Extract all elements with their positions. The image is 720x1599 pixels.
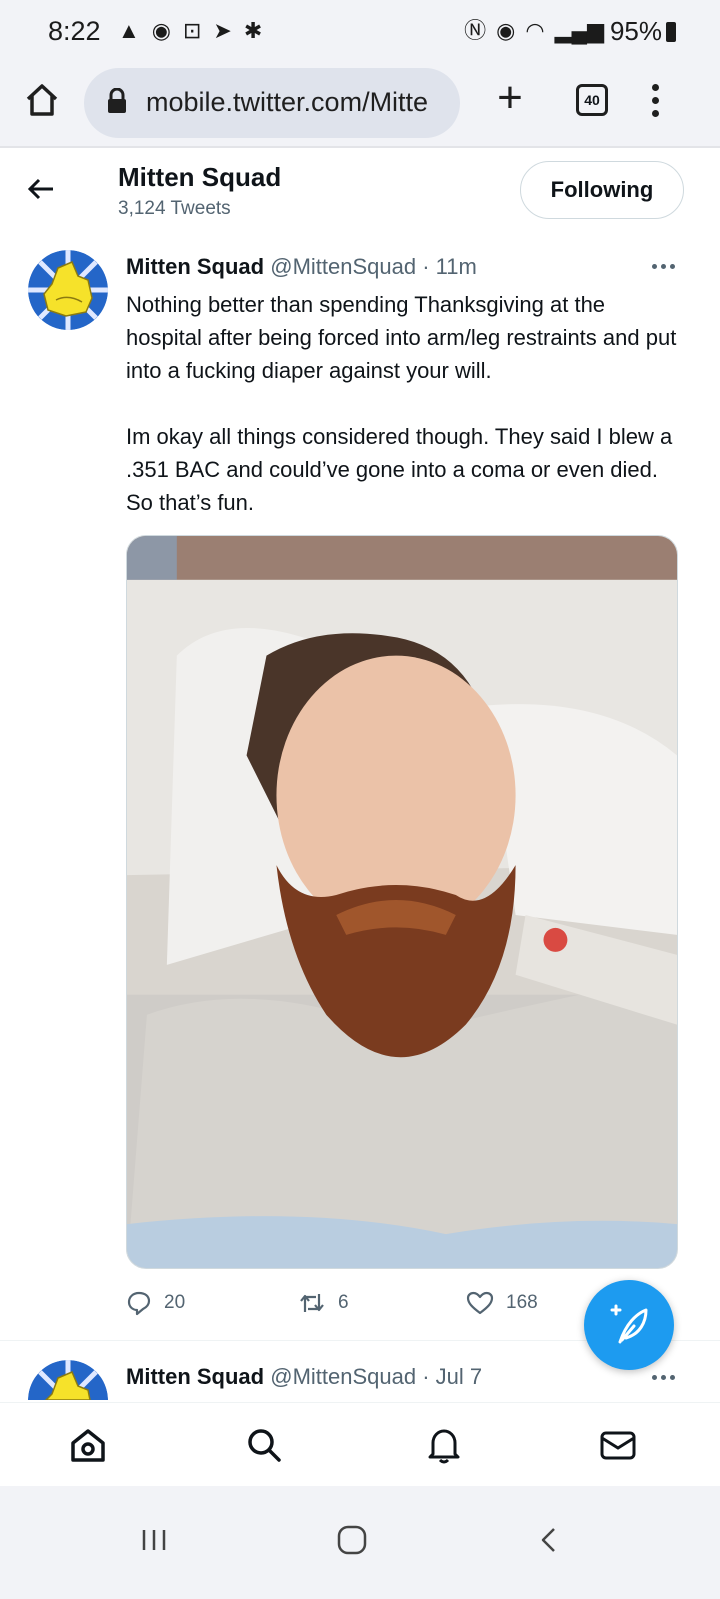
alarm-status-icon: ◉ — [496, 18, 516, 43]
wifi-icon: ◠ — [525, 18, 545, 43]
avatar[interactable] — [28, 1360, 108, 1400]
app-notification-icon: ✱ — [243, 18, 263, 43]
reply-button[interactable]: 20 — [126, 1290, 185, 1316]
system-nav-bar — [0, 1486, 720, 1599]
browser-toolbar: mobile.twitter.com/Mitte + 40 — [0, 62, 720, 148]
tweet-author-name[interactable]: Mitten Squad — [126, 1364, 264, 1389]
profile-header: Mitten Squad 3,124 Tweets Following — [0, 150, 720, 230]
system-home-icon[interactable] — [332, 1520, 372, 1560]
send-icon: ➤ — [213, 18, 232, 43]
alarm-icon: ◉ — [151, 18, 171, 43]
tweet-paragraph: Im okay all things considered though. Th… — [126, 424, 673, 515]
signal-icon: ▂▄▆ — [554, 18, 604, 43]
tweet-more-icon[interactable] — [652, 1375, 678, 1383]
heart-icon — [466, 1291, 494, 1315]
tweet-header: Mitten Squad @MittenSquad · 11m — [126, 254, 477, 280]
system-back-icon[interactable] — [530, 1520, 570, 1560]
reply-icon — [127, 1291, 151, 1316]
recents-icon[interactable] — [134, 1520, 174, 1560]
bottom-nav — [0, 1402, 720, 1486]
battery-icon — [666, 22, 676, 42]
reply-count: 20 — [164, 1292, 186, 1313]
profile-name: Mitten Squad — [118, 162, 282, 192]
notification-app-icon: ▲ — [118, 18, 140, 43]
tweet-author-handle[interactable]: @MittenSquad — [270, 254, 416, 279]
browser-menu-icon[interactable] — [652, 84, 660, 118]
compose-tweet-button[interactable] — [584, 1280, 674, 1370]
following-button[interactable]: Following — [520, 161, 684, 219]
lock-notification-icon: ⊡ — [182, 18, 202, 43]
url-text: mobile.twitter.com/Mitte — [146, 87, 429, 117]
envelope-icon[interactable] — [598, 1425, 638, 1465]
retweet-icon — [300, 1294, 324, 1312]
battery-percent: 95% — [609, 16, 662, 46]
status-time: 8:22 — [48, 16, 101, 46]
tweet-time[interactable]: · 11m — [422, 254, 477, 279]
tweet-photo[interactable] — [126, 535, 678, 1269]
tweet-count: 3,124 Tweets — [118, 198, 231, 219]
tweet-author-handle[interactable]: @MittenSquad — [270, 1364, 416, 1389]
avatar[interactable] — [28, 250, 108, 330]
home-icon[interactable] — [68, 1425, 108, 1465]
retweet-button[interactable]: 6 — [298, 1290, 349, 1316]
like-button[interactable]: 168 — [466, 1290, 538, 1316]
tweet-text: Nothing better than spending Thanksgivin… — [126, 288, 686, 552]
tweet-paragraph: Nothing better than spending Thanksgivin… — [126, 292, 677, 383]
search-icon[interactable] — [244, 1425, 284, 1465]
compose-feather-icon — [610, 1304, 648, 1344]
status-bar: 8:22 ▲ ◉ ⊡ ➤ ✱ Ⓝ ◉ ◠ ▂▄▆ 95% — [0, 0, 720, 62]
browser-home-icon[interactable] — [22, 80, 62, 120]
tweet-more-icon[interactable] — [652, 264, 678, 272]
tweet-header: Mitten Squad @MittenSquad · Jul 7 — [126, 1364, 482, 1390]
tab-switcher-button[interactable]: 40 — [576, 84, 608, 116]
tweet-time[interactable]: · Jul 7 — [422, 1364, 482, 1389]
system-icons: Ⓝ ◉ ◠ ▂▄▆ — [464, 18, 604, 44]
notification-icons: ▲ ◉ ⊡ ➤ ✱ — [118, 18, 262, 44]
new-tab-button[interactable]: + — [490, 76, 530, 120]
like-count: 168 — [506, 1292, 538, 1313]
lock-icon — [108, 88, 126, 113]
address-bar[interactable]: mobile.twitter.com/Mitte — [84, 68, 460, 138]
nfc-icon: Ⓝ — [464, 18, 487, 43]
back-arrow-icon[interactable] — [26, 174, 56, 204]
bell-icon[interactable] — [424, 1425, 464, 1465]
tweet-author-name[interactable]: Mitten Squad — [126, 254, 264, 279]
retweet-count: 6 — [338, 1292, 349, 1313]
